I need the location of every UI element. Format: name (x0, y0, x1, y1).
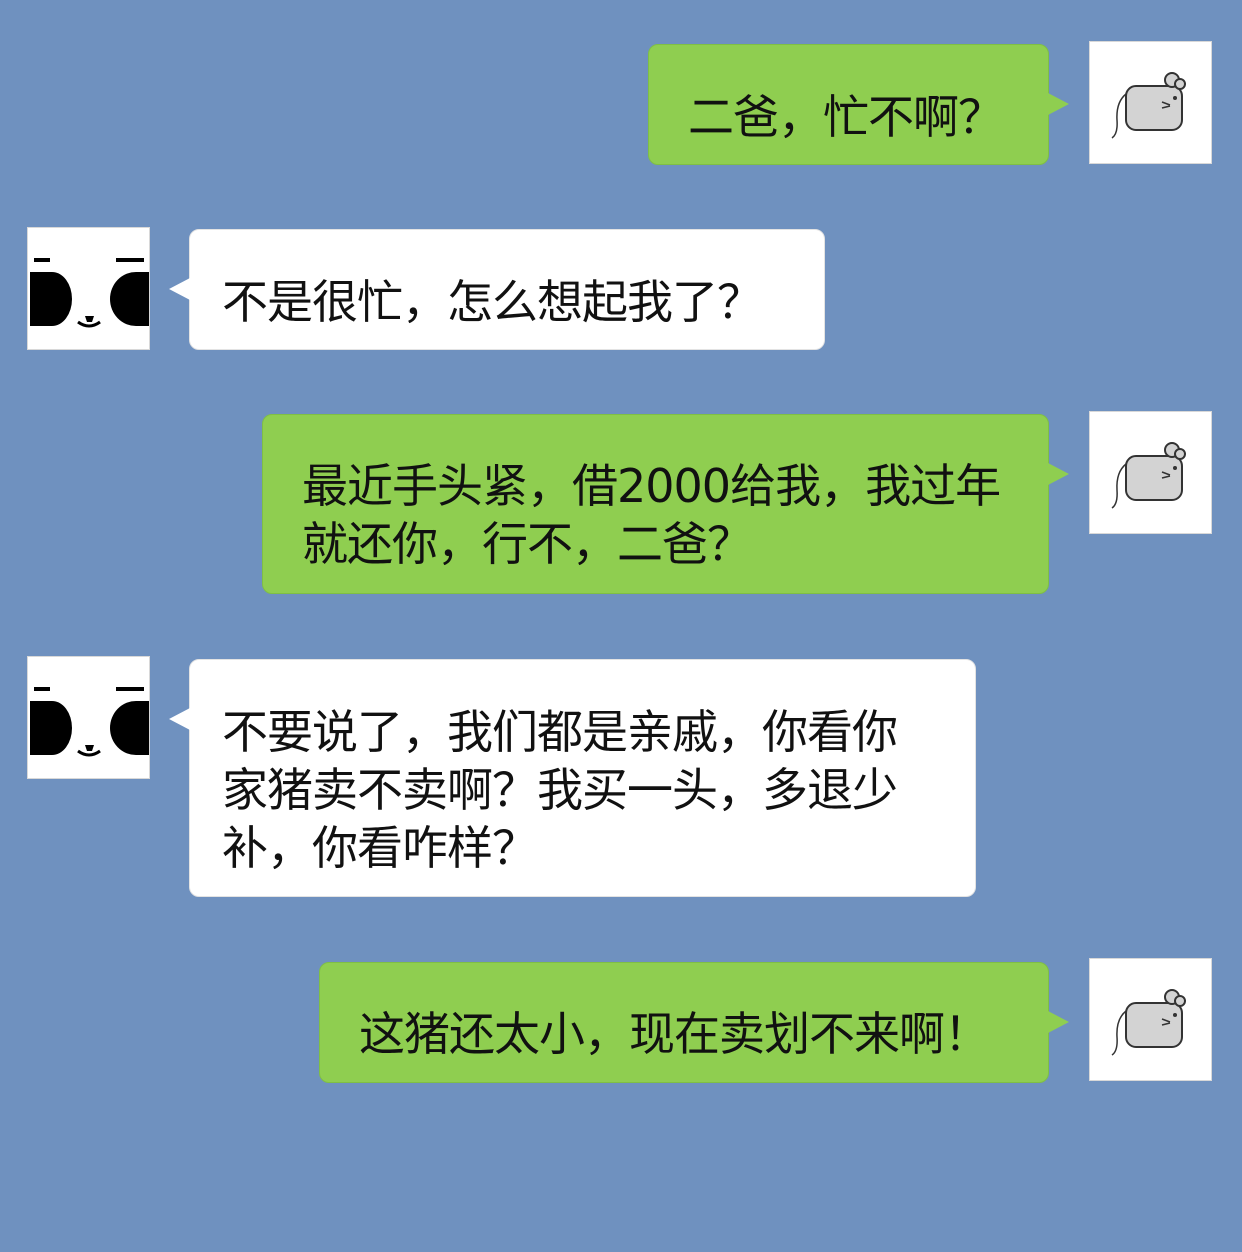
message-bubble-outgoing[interactable]: 这猪还太小，现在卖划不来啊！ (319, 962, 1069, 1083)
mouse-icon (1111, 72, 1186, 139)
message-bubble-incoming[interactable]: 不是很忙，怎么想起我了？ (169, 229, 825, 350)
mouse-icon (1111, 989, 1186, 1056)
contact-avatar[interactable] (27, 656, 150, 779)
panda-face-icon (30, 687, 149, 757)
mouse-icon (1111, 442, 1186, 509)
message-text: 最近手头紧，借2000给我，我过年 就还你，行不，二爸？ (302, 459, 1001, 571)
contact-avatar[interactable] (27, 227, 150, 350)
message-text: 不要说了，我们都是亲戚，你看你 家猪卖不卖啊？我买一头，多退少 补，你看咋样？ (222, 705, 898, 875)
message-bubble-outgoing[interactable]: 最近手头紧，借2000给我，我过年 就还你，行不，二爸？ (262, 414, 1069, 594)
message-text: 这猪还太小，现在卖划不来啊！ (359, 1007, 990, 1061)
user-avatar[interactable] (1089, 41, 1212, 164)
message-bubble-incoming[interactable]: 不要说了，我们都是亲戚，你看你 家猪卖不卖啊？我买一头，多退少 补，你看咋样？ (169, 659, 976, 897)
message-text: 不是很忙，怎么想起我了？ (222, 275, 763, 329)
message-bubble-outgoing[interactable]: 二爸，忙不啊？ (648, 44, 1069, 165)
panda-face-icon (30, 258, 149, 328)
message-text: 二爸，忙不啊？ (688, 90, 1004, 144)
user-avatar[interactable] (1089, 958, 1212, 1081)
user-avatar[interactable] (1089, 411, 1212, 534)
